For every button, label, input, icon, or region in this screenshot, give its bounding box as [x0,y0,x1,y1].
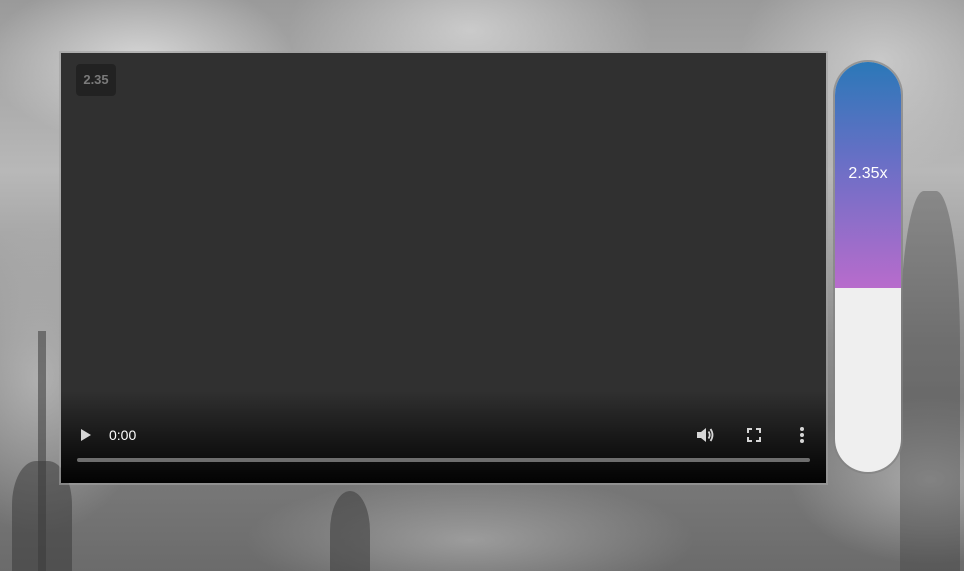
background-tree [900,191,960,571]
fullscreen-button[interactable] [744,425,764,445]
video-player[interactable]: 2.35 0:00 [61,53,826,483]
play-button[interactable] [75,425,95,445]
volume-icon [697,428,714,442]
play-icon [81,429,91,441]
background-tree [330,491,370,571]
current-time: 0:00 [109,427,137,443]
speed-overlay-badge: 2.35 [76,64,116,96]
fullscreen-icon [747,428,761,442]
more-options-button[interactable] [792,425,812,445]
seek-bar[interactable] [77,458,810,462]
speed-value-label: 2.35x [848,165,888,182]
playback-speed-slider[interactable]: 2.35x [835,62,901,472]
volume-button[interactable] [694,424,716,446]
more-vertical-icon [800,427,804,443]
